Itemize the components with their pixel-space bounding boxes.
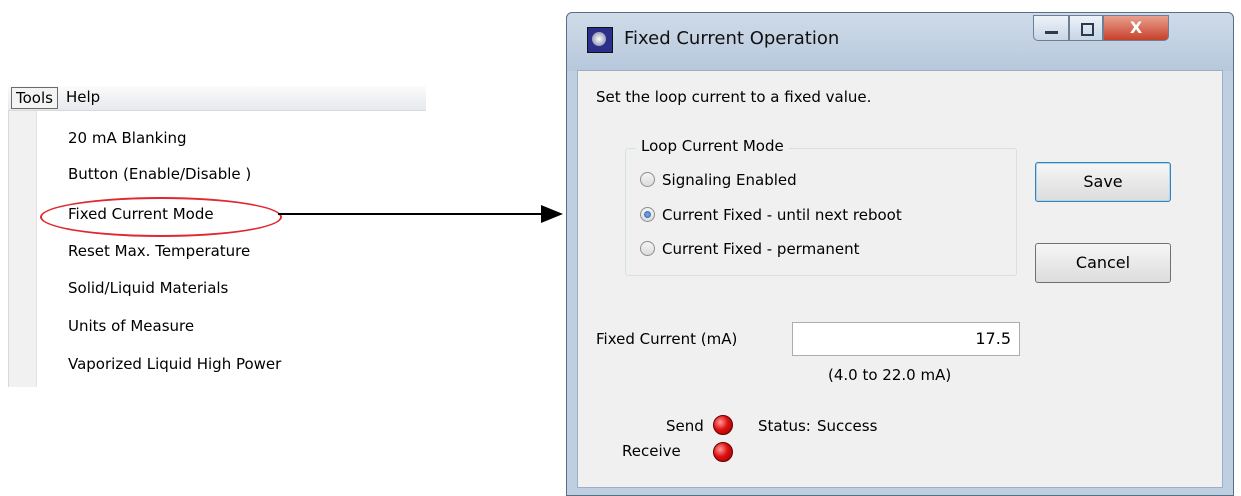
send-label: Send (666, 417, 704, 435)
menu-item-reset-max-temperature[interactable]: Reset Max. Temperature (68, 240, 250, 262)
minimize-button[interactable] (1033, 15, 1069, 41)
dialog-client-area: Set the loop current to a fixed value. L… (577, 70, 1223, 488)
menu-help[interactable]: Help (62, 87, 104, 107)
menu-item-vaporized-liquid-high-power[interactable]: Vaporized Liquid High Power (68, 353, 281, 375)
status-value: Success (817, 417, 878, 435)
save-button[interactable]: Save (1035, 162, 1171, 202)
title-bar[interactable]: Fixed Current Operation X (567, 13, 1233, 71)
highlight-ellipse (40, 197, 282, 237)
menu-item-solid-liquid-materials[interactable]: Solid/Liquid Materials (68, 277, 228, 299)
satellite-dish-icon (587, 27, 613, 53)
menu-bar: Tools Help (8, 86, 426, 111)
receive-label: Receive (622, 442, 681, 460)
radio-signaling-enabled[interactable]: Signaling Enabled (640, 169, 797, 191)
cancel-button[interactable]: Cancel (1035, 243, 1171, 283)
fixed-current-dialog: Fixed Current Operation X Set the loop c… (566, 12, 1234, 496)
menu-icon-gutter (8, 111, 37, 387)
radio-label: Current Fixed - permanent (662, 240, 860, 258)
fixed-current-range: (4.0 to 22.0 mA) (828, 366, 952, 384)
group-label: Loop Current Mode (636, 137, 789, 155)
radio-unchecked-icon (640, 241, 655, 256)
send-led-icon (713, 415, 733, 435)
fixed-current-label: Fixed Current (mA) (596, 330, 738, 348)
menu-separator (36, 111, 37, 387)
receive-led-icon (713, 442, 733, 462)
radio-current-fixed-permanent[interactable]: Current Fixed - permanent (640, 238, 860, 260)
close-icon: X (1129, 18, 1143, 37)
callout-arrow-line (278, 213, 544, 215)
radio-label: Current Fixed - until next reboot (662, 206, 902, 224)
dialog-title: Fixed Current Operation (624, 28, 840, 49)
menu-item-button-enable-disable[interactable]: Button (Enable/Disable ) (68, 163, 251, 185)
radio-unchecked-icon (640, 172, 655, 187)
callout-arrow-head (541, 205, 563, 223)
maximize-button[interactable] (1069, 15, 1103, 41)
menu-tools[interactable]: Tools (11, 87, 58, 109)
status-label: Status: (758, 417, 811, 435)
radio-current-fixed-until-reboot[interactable]: Current Fixed - until next reboot (640, 204, 902, 226)
instruction-text: Set the loop current to a fixed value. (596, 88, 872, 106)
menu-item-20ma-blanking[interactable]: 20 mA Blanking (68, 127, 187, 149)
fixed-current-input[interactable]: 17.5 (792, 322, 1020, 356)
menu-item-units-of-measure[interactable]: Units of Measure (68, 315, 194, 337)
radio-label: Signaling Enabled (662, 171, 797, 189)
close-button[interactable]: X (1103, 15, 1169, 41)
radio-checked-icon (640, 207, 655, 222)
